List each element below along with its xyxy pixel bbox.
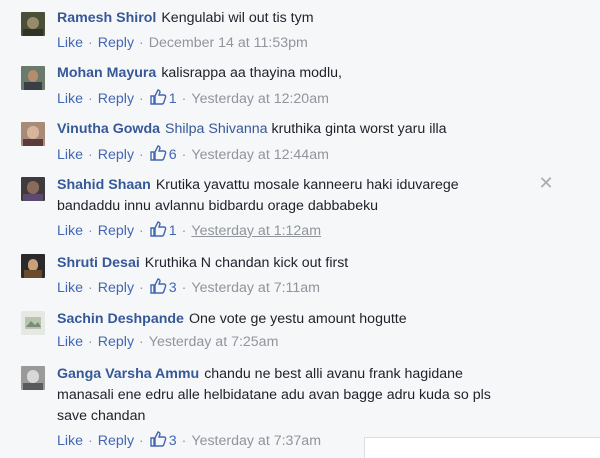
thumbs-up-icon bbox=[150, 278, 167, 294]
like-link[interactable]: Like bbox=[57, 91, 83, 107]
separator: · bbox=[139, 91, 144, 107]
comment-body: Vinutha Gowda Shilpa Shivanna kruthika gi… bbox=[57, 119, 517, 140]
reply-link[interactable]: Reply bbox=[98, 280, 134, 296]
separator: · bbox=[88, 433, 93, 449]
separator: · bbox=[88, 91, 93, 107]
like-count[interactable]: 6 bbox=[149, 145, 177, 163]
separator: · bbox=[88, 280, 93, 296]
comment-timestamp[interactable]: Yesterday at 7:11am bbox=[191, 280, 320, 296]
separator: · bbox=[139, 35, 144, 51]
comment-actions: Like · Reply · 6 · Yesterday at 12:44am bbox=[57, 144, 329, 165]
comment-body: Sachin Deshpande One vote ge yestu amount… bbox=[57, 309, 517, 330]
thumbs-up-icon bbox=[150, 221, 167, 237]
separator: · bbox=[181, 147, 187, 163]
separator: · bbox=[181, 91, 187, 107]
comment-text: Kruthika N chandan kick out first bbox=[144, 255, 349, 271]
close-icon[interactable]: ✕ bbox=[538, 174, 554, 192]
separator: · bbox=[181, 433, 187, 449]
comment-actions: Like · Reply · 3 · Yesterday at 7:37am bbox=[57, 430, 321, 451]
like-link[interactable]: Like bbox=[57, 280, 83, 296]
comment-timestamp[interactable]: Yesterday at 7:25am bbox=[149, 334, 279, 350]
comment-body: Mohan Mayura kalisrappa aa thayina modlu, bbox=[57, 63, 517, 84]
comment-author[interactable]: Shruti Desai bbox=[57, 255, 140, 271]
separator: · bbox=[88, 334, 93, 350]
comment-text: Kengulabi wil out tis tym bbox=[161, 10, 314, 26]
avatar[interactable] bbox=[21, 12, 45, 36]
separator: · bbox=[139, 433, 144, 449]
like-count[interactable]: 1 bbox=[149, 89, 177, 107]
separator: · bbox=[88, 147, 93, 163]
comment-timestamp[interactable]: Yesterday at 1:12am bbox=[191, 223, 321, 239]
like-link[interactable]: Like bbox=[57, 334, 83, 350]
like-link[interactable]: Like bbox=[57, 35, 83, 51]
avatar[interactable] bbox=[21, 366, 45, 390]
comment-timestamp[interactable]: Yesterday at 12:44am bbox=[191, 147, 329, 163]
like-count[interactable]: 3 bbox=[149, 431, 177, 449]
reply-link[interactable]: Reply bbox=[98, 223, 134, 239]
like-link[interactable]: Like bbox=[57, 223, 83, 239]
separator: · bbox=[88, 35, 93, 51]
comment-body: Shahid Shaan Krutika yavattu mosale kanne… bbox=[57, 175, 517, 217]
comment-body: Ramesh Shirol Kengulabi wil out tis tym bbox=[57, 8, 517, 29]
separator: · bbox=[181, 223, 187, 239]
separator: · bbox=[139, 334, 144, 350]
separator: · bbox=[139, 223, 144, 239]
comment-actions: Like · Reply · Yesterday at 7:25am bbox=[57, 332, 278, 352]
comment-author[interactable]: Vinutha Gowda bbox=[57, 121, 160, 137]
reply-link[interactable]: Reply bbox=[98, 91, 134, 107]
thumbs-up-icon bbox=[150, 89, 167, 105]
avatar[interactable] bbox=[21, 311, 45, 335]
thumbs-up-icon bbox=[150, 145, 167, 161]
comment-timestamp[interactable]: Yesterday at 12:20am bbox=[191, 91, 329, 107]
reply-link[interactable]: Reply bbox=[98, 433, 134, 449]
thumbs-up-icon bbox=[150, 431, 167, 447]
comment-author[interactable]: Ramesh Shirol bbox=[57, 10, 156, 26]
comment-text: kalisrappa aa thayina modlu, bbox=[161, 65, 342, 81]
comment-timestamp[interactable]: Yesterday at 7:37am bbox=[191, 433, 321, 449]
comment-author[interactable]: Shahid Shaan bbox=[57, 177, 151, 193]
reply-link[interactable]: Reply bbox=[98, 35, 134, 51]
reply-link[interactable]: Reply bbox=[98, 147, 134, 163]
separator: · bbox=[139, 147, 144, 163]
comment-author[interactable]: Sachin Deshpande bbox=[57, 311, 184, 327]
separator: · bbox=[88, 223, 93, 239]
comment-body: Ganga Varsha Ammu chandu ne best alli ava… bbox=[57, 364, 517, 427]
comment-actions: Like · Reply · 3 · Yesterday at 7:11am bbox=[57, 277, 320, 298]
comment-author[interactable]: Ganga Varsha Ammu bbox=[57, 366, 199, 382]
comment-list: Ramesh Shirol Kengulabi wil out tis tym L… bbox=[0, 0, 600, 450]
reply-link[interactable]: Reply bbox=[98, 334, 134, 350]
separator: · bbox=[139, 280, 144, 296]
comment-text: kruthika ginta worst yaru illa bbox=[271, 121, 447, 137]
like-count[interactable]: 1 bbox=[149, 221, 177, 239]
avatar[interactable] bbox=[21, 66, 45, 90]
avatar[interactable] bbox=[21, 122, 45, 146]
comment-body: Shruti Desai Kruthika N chandan kick out … bbox=[57, 253, 517, 274]
comment-actions: Like · Reply · 1 · Yesterday at 12:20am bbox=[57, 88, 329, 109]
comment-text: One vote ge yestu amount hogutte bbox=[188, 311, 407, 327]
avatar[interactable] bbox=[21, 254, 45, 278]
like-link[interactable]: Like bbox=[57, 433, 83, 449]
reply-input-box[interactable] bbox=[364, 437, 600, 458]
like-link[interactable]: Like bbox=[57, 147, 83, 163]
comment-actions: Like · Reply · December 14 at 11:53pm bbox=[57, 33, 308, 53]
like-count[interactable]: 3 bbox=[149, 278, 177, 296]
avatar[interactable] bbox=[21, 177, 45, 201]
separator: · bbox=[181, 280, 187, 296]
comment-author[interactable]: Mohan Mayura bbox=[57, 65, 156, 81]
tagged-user[interactable]: Shilpa Shivanna bbox=[165, 121, 268, 137]
comment-timestamp[interactable]: December 14 at 11:53pm bbox=[149, 35, 308, 51]
comment-actions: Like · Reply · 1 · Yesterday at 1:12am bbox=[57, 220, 321, 241]
